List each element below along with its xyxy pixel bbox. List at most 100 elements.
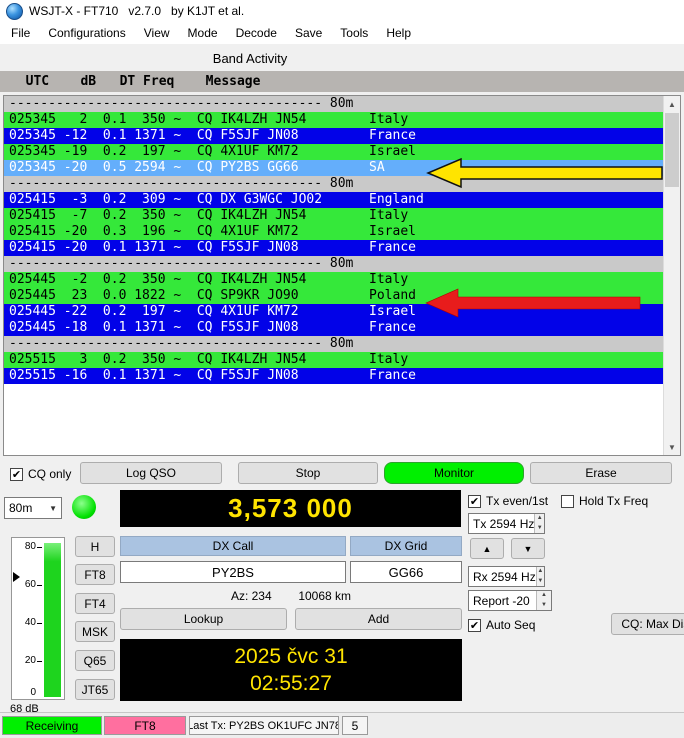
decode-row[interactable]: 025345 -19 0.2 197 ~ CQ 4X1UF KM72 Israe… [4, 144, 663, 160]
meter-scale-20: 20 [25, 656, 36, 666]
decode-row[interactable]: 025445 -22 0.2 197 ~ CQ 4X1UF KM72 Israe… [4, 304, 663, 320]
cq-only-checkbox-box[interactable] [10, 468, 23, 481]
spin-down-icon[interactable]: ▼ [537, 601, 551, 611]
decode-row[interactable]: 025415 -20 0.3 196 ~ CQ 4X1UF KM72 Israe… [4, 224, 663, 240]
halt-button[interactable]: H [75, 536, 115, 557]
meter-scale-60: 60 [25, 580, 36, 590]
menu-mode[interactable]: Mode [179, 23, 227, 43]
decode-row[interactable]: 025415 -7 0.2 350 ~ CQ IK4LZH JN54 Italy [4, 208, 663, 224]
menu-view[interactable]: View [135, 23, 179, 43]
auto-seq-checkbox[interactable]: Auto Seq [468, 617, 535, 633]
app-icon [6, 3, 23, 20]
scroll-up-icon[interactable]: ▲ [664, 96, 680, 112]
menu-configurations[interactable]: Configurations [39, 23, 134, 43]
decode-row[interactable]: 025515 -16 0.1 1371 ~ CQ F5SJF JN08 Fran… [4, 368, 663, 384]
rx-freq-spinner[interactable]: Rx 2594 Hz ▲▼ [468, 566, 545, 587]
meter-tick [37, 585, 42, 586]
meter-marker-icon [13, 572, 20, 582]
spin-down-icon[interactable]: ▼ [537, 577, 544, 587]
chevron-down-icon: ▼ [49, 504, 57, 513]
scrollbar[interactable]: ▲ ▼ [663, 96, 680, 455]
band-select-value: 80m [9, 501, 32, 515]
tx-even-label: Tx even/1st [486, 494, 548, 508]
decode-row[interactable]: 025345 -12 0.1 1371 ~ CQ F5SJF JN08 Fran… [4, 128, 663, 144]
menu-help[interactable]: Help [377, 23, 420, 43]
mode-button-jt65[interactable]: JT65 [75, 679, 115, 700]
spin-up-icon[interactable]: ▲ [537, 591, 551, 601]
dx-call-input[interactable] [120, 561, 346, 583]
hold-tx-freq-label: Hold Tx Freq [579, 494, 648, 508]
log-qso-button[interactable]: Log QSO [80, 462, 222, 484]
erase-button[interactable]: Erase [530, 462, 672, 484]
decode-row[interactable]: 025445 23 0.0 1822 ~ CQ SP9KR JO90 Polan… [4, 288, 663, 304]
mode-button-ft8[interactable]: FT8 [75, 564, 115, 585]
wsjtx-window: WSJT-X - FT710 v2.7.0 by K1JT et al. Fil… [0, 0, 684, 738]
spinner-arrows[interactable]: ▲▼ [534, 514, 544, 533]
cq-max-dist-button[interactable]: CQ: Max Dist [611, 613, 684, 635]
spinner-arrows[interactable]: ▲▼ [536, 591, 551, 610]
decode-depth-status: 5 [342, 716, 368, 735]
decode-row-selected[interactable]: 025345 -20 0.5 2594 ~ CQ PY2BS GG66 SA [4, 160, 663, 176]
tx-even-checkbox[interactable]: Tx even/1st [468, 493, 548, 509]
meter-tick [37, 547, 42, 548]
decode-row[interactable]: 025415 -20 0.1 1371 ~ CQ F5SJF JN08 Fran… [4, 240, 663, 256]
window-title: WSJT-X - FT710 v2.7.0 by K1JT et al. [29, 4, 244, 18]
rx-freq-value: Rx 2594 Hz [469, 567, 536, 586]
band-separator: ----------------------------------------… [4, 256, 663, 272]
frequency-display: 3,573 000 [120, 490, 461, 527]
decode-row[interactable]: 025415 -3 0.2 309 ~ CQ DX G3WGC JO02 Eng… [4, 192, 663, 208]
last-tx-status: Last Tx: PY2BS OK1UFC JN78 [189, 716, 339, 735]
clock-date: 2025 čvc 31 [234, 645, 347, 669]
dx-grid-label: DX Grid [350, 536, 462, 556]
band-separator: ----------------------------------------… [4, 336, 663, 352]
title-bar: WSJT-X - FT710 v2.7.0 by K1JT et al. [0, 0, 684, 22]
lookup-button[interactable]: Lookup [120, 608, 287, 630]
spinner-arrows[interactable]: ▲▼ [536, 567, 544, 586]
scroll-down-icon[interactable]: ▼ [664, 439, 680, 455]
spin-down-icon[interactable]: ▼ [535, 524, 544, 534]
report-value: Report -20 [469, 591, 536, 610]
receive-status-badge: Receiving [2, 716, 102, 735]
meter-scale-40: 40 [25, 618, 36, 628]
decode-row[interactable]: 025445 -18 0.1 1371 ~ CQ F5SJF JN08 Fran… [4, 320, 663, 336]
menu-file[interactable]: File [2, 23, 39, 43]
spin-up-icon[interactable]: ▲ [537, 567, 544, 577]
stop-button[interactable]: Stop [238, 462, 378, 484]
hold-tx-freq-checkbox[interactable]: Hold Tx Freq [561, 493, 648, 509]
dx-call-label: DX Call [120, 536, 346, 556]
meter-tick [37, 661, 42, 662]
auto-seq-checkbox-box[interactable] [468, 619, 481, 632]
decode-row[interactable]: 025445 -2 0.2 350 ~ CQ IK4LZH JN54 Italy [4, 272, 663, 288]
spin-up-icon[interactable]: ▲ [535, 514, 544, 524]
cq-only-checkbox[interactable]: CQ only [10, 466, 71, 482]
tx-freq-spinner[interactable]: Tx 2594 Hz ▲▼ [468, 513, 545, 534]
mode-button-q65[interactable]: Q65 [75, 650, 115, 671]
decode-row[interactable]: 025515 3 0.2 350 ~ CQ IK4LZH JN54 Italy [4, 352, 663, 368]
menu-tools[interactable]: Tools [331, 23, 377, 43]
menu-decode[interactable]: Decode [227, 23, 286, 43]
band-activity-title: Band Activity [0, 51, 500, 66]
menu-bar: File Configurations View Mode Decode Sav… [0, 22, 684, 44]
hold-tx-freq-checkbox-box[interactable] [561, 495, 574, 508]
add-button[interactable]: Add [295, 608, 462, 630]
band-separator: ----------------------------------------… [4, 96, 663, 112]
dx-grid-input[interactable] [350, 561, 462, 583]
clock-display: 2025 čvc 31 02:55:27 [120, 639, 462, 701]
status-bar: Receiving FT8 Last Tx: PY2BS OK1UFC JN78… [0, 712, 684, 738]
mode-button-ft4[interactable]: FT4 [75, 593, 115, 614]
tx-freq-value: Tx 2594 Hz [469, 514, 534, 533]
report-spinner[interactable]: Report -20 ▲▼ [468, 590, 552, 611]
tx-even-checkbox-box[interactable] [468, 495, 481, 508]
meter-scale-0: 0 [30, 688, 36, 698]
menu-save[interactable]: Save [286, 23, 331, 43]
monitor-button[interactable]: Monitor [384, 462, 524, 484]
tx-down-button[interactable]: ▼ [511, 538, 545, 559]
mode-button-msk[interactable]: MSK [75, 621, 115, 642]
decode-row[interactable]: 025345 2 0.1 350 ~ CQ IK4LZH JN54 Italy [4, 112, 663, 128]
mode-status-badge: FT8 [104, 716, 186, 735]
scrollbar-thumb[interactable] [665, 113, 679, 187]
tx-up-button[interactable]: ▲ [470, 538, 504, 559]
signal-meter: 80 60 40 20 0 [11, 537, 65, 700]
band-activity-list: ----------------------------------------… [3, 95, 681, 456]
band-select[interactable]: 80m ▼ [4, 497, 62, 519]
